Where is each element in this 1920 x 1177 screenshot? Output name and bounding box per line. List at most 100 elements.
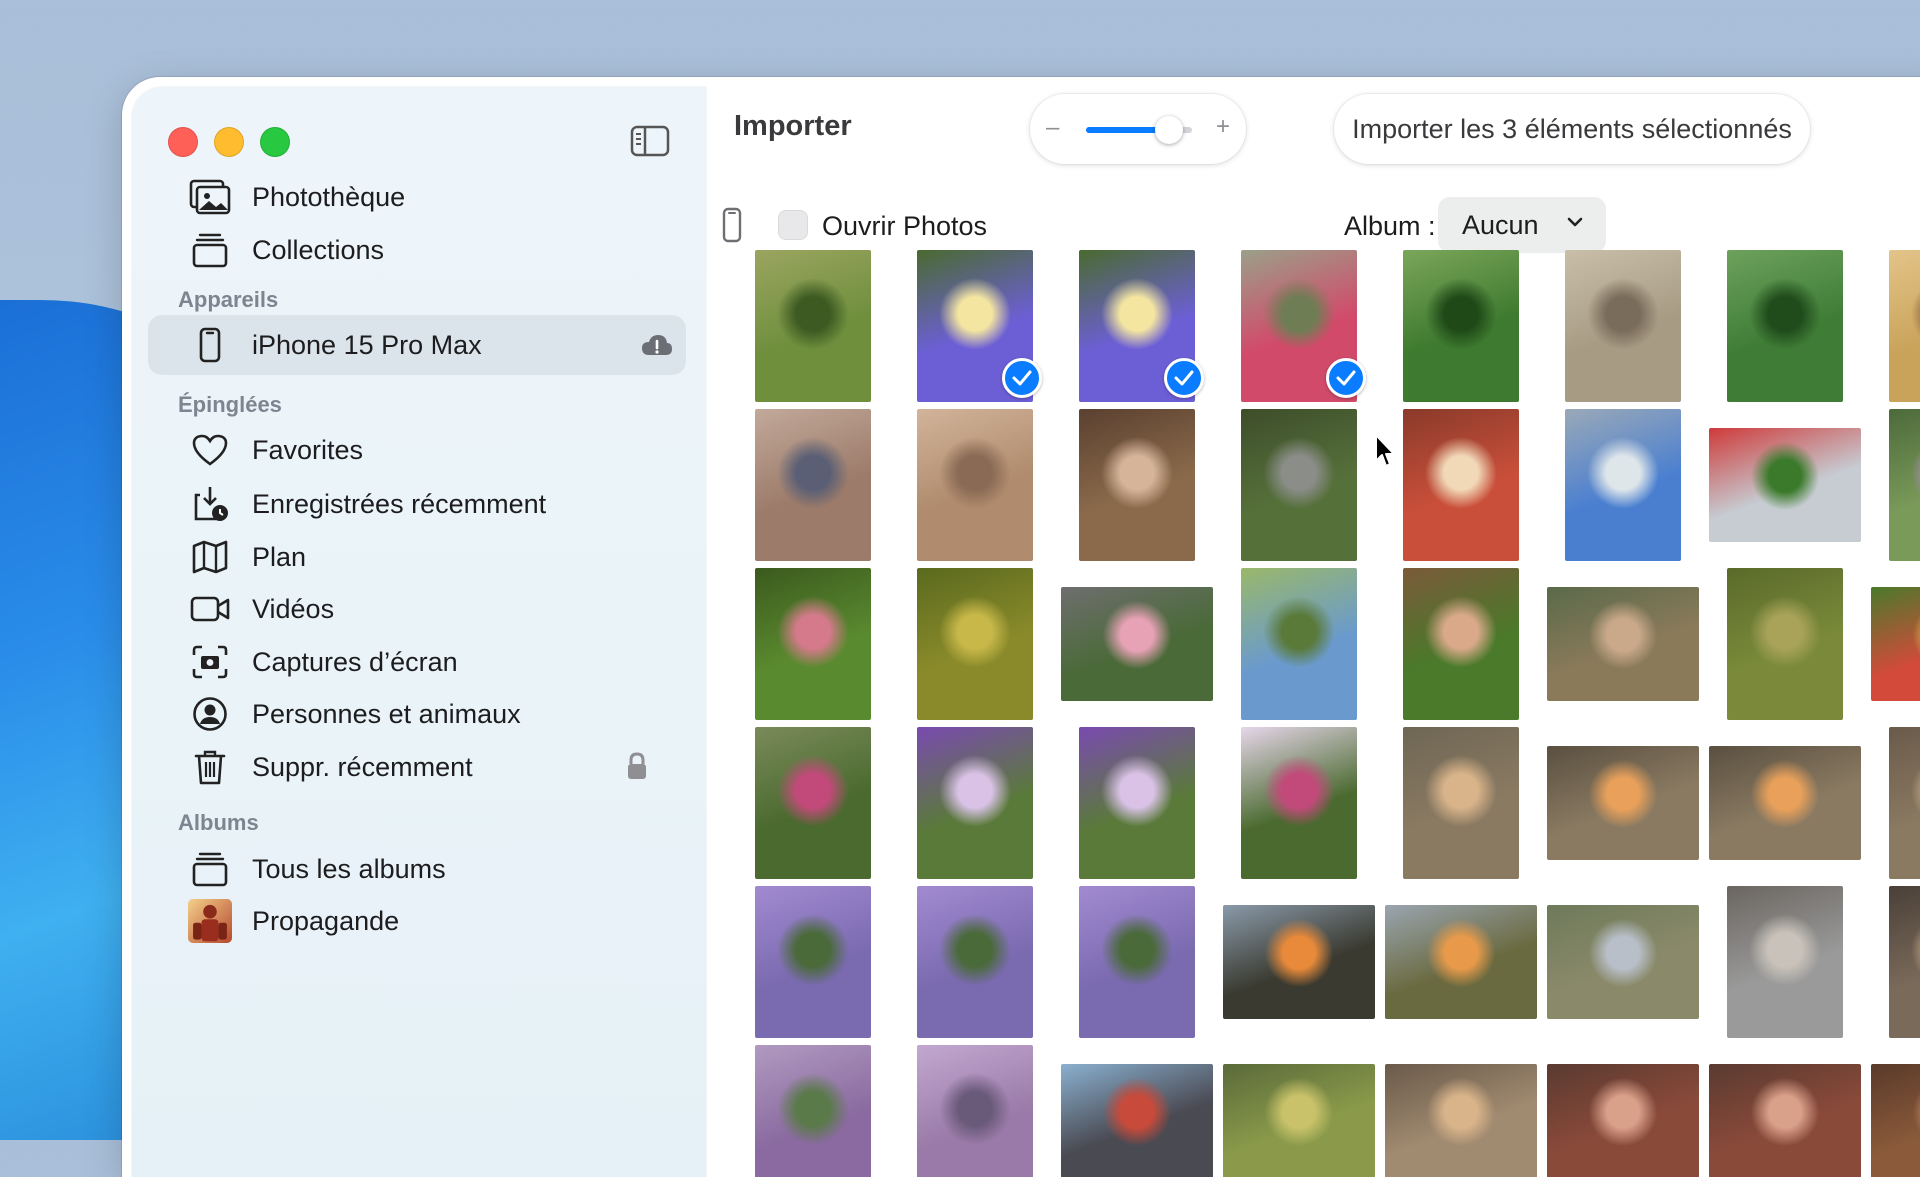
photo-thumbnail[interactable]: [1868, 726, 1920, 880]
zoom-window-button[interactable]: [260, 127, 290, 157]
sidebar-item-propagande[interactable]: Propagande: [166, 891, 686, 951]
selected-checkmark-icon: [1164, 358, 1204, 398]
photo-thumbnail[interactable]: [1706, 408, 1864, 562]
photo-thumbnail[interactable]: [1382, 1044, 1540, 1177]
photo-thumbnail[interactable]: [1220, 249, 1378, 403]
photo-thumbnail[interactable]: [1868, 408, 1920, 562]
album-label: Album :: [1344, 211, 1436, 241]
open-photos-checkbox[interactable]: [778, 210, 808, 240]
photo-thumbnail[interactable]: [1382, 408, 1540, 562]
photo-thumbnail[interactable]: [896, 1044, 1054, 1177]
photo-thumbnail[interactable]: [734, 408, 892, 562]
photo-image: [1565, 409, 1681, 561]
photo-thumbnail[interactable]: [1706, 249, 1864, 403]
photo-image: [1385, 905, 1537, 1019]
sidebar-item-recently-saved[interactable]: Enregistrées récemment: [166, 474, 686, 534]
photo-thumbnail[interactable]: [1544, 726, 1702, 880]
recently-saved-icon: [188, 482, 232, 526]
sidebar-item-label: Captures d’écran: [252, 646, 458, 677]
photo-image: [1709, 746, 1861, 860]
photo-thumbnail[interactable]: [1058, 408, 1216, 562]
sidebar-item-phototheque[interactable]: Photothèque: [166, 167, 686, 227]
close-window-button[interactable]: [168, 127, 198, 157]
photo-thumbnail[interactable]: [1868, 249, 1920, 403]
photo-thumbnail[interactable]: [896, 726, 1054, 880]
photo-image: [1403, 250, 1519, 402]
photo-thumbnail[interactable]: [1706, 726, 1864, 880]
photo-thumbnail[interactable]: [734, 885, 892, 1039]
sidebar-item-screenshots[interactable]: Captures d’écran: [166, 632, 686, 692]
photo-image: [1889, 886, 1920, 1038]
photo-image: [1709, 428, 1861, 542]
photo-thumbnail[interactable]: [1868, 1044, 1920, 1177]
photo-thumbnail[interactable]: [1544, 567, 1702, 721]
photo-thumbnail[interactable]: [1058, 885, 1216, 1039]
photo-thumbnail[interactable]: [1868, 885, 1920, 1039]
photo-thumbnail[interactable]: [734, 249, 892, 403]
photo-image: [1547, 905, 1699, 1019]
sidebar-item-collections[interactable]: Collections: [166, 220, 686, 280]
photo-thumbnail[interactable]: [1058, 726, 1216, 880]
photo-thumbnail[interactable]: [1868, 567, 1920, 721]
sidebar-item-recently-deleted[interactable]: Suppr. récemment: [166, 737, 686, 797]
sidebar-item-label: Propagande: [252, 905, 400, 936]
photo-thumbnail[interactable]: [1220, 567, 1378, 721]
import-selected-button[interactable]: Importer les 3 éléments sélectionnés: [1334, 94, 1810, 164]
section-header-appareils: Appareils: [178, 287, 279, 312]
photo-thumbnail[interactable]: [734, 1044, 892, 1177]
sidebar-item-all-albums[interactable]: Tous les albums: [166, 839, 686, 899]
photo-thumbnail[interactable]: [1058, 1044, 1216, 1177]
zoom-out-button[interactable]: –: [1046, 114, 1059, 142]
sidebar-item-label: Vidéos: [252, 593, 335, 624]
photo-thumbnail[interactable]: [1058, 567, 1216, 721]
photo-thumbnail[interactable]: [1382, 726, 1540, 880]
sidebar-item-plan[interactable]: Plan: [166, 527, 686, 587]
sidebar-item-label: Personnes et animaux: [252, 698, 521, 729]
zoom-slider[interactable]: [1086, 116, 1192, 144]
photo-thumbnail[interactable]: [1544, 408, 1702, 562]
photos-import-window: Photothèque Collections Appareils iPhone…: [122, 77, 1920, 1177]
chevron-down-icon: [1566, 215, 1584, 234]
photo-thumbnail[interactable]: [1382, 885, 1540, 1039]
lock-icon: [624, 751, 656, 783]
photo-thumbnail[interactable]: [1544, 885, 1702, 1039]
photo-image: [1547, 746, 1699, 860]
sidebar-item-label: Photothèque: [252, 181, 406, 212]
photo-thumbnail[interactable]: [734, 726, 892, 880]
photo-thumbnail[interactable]: [896, 249, 1054, 403]
photo-thumbnail[interactable]: [1382, 567, 1540, 721]
photo-thumbnail[interactable]: [1058, 249, 1216, 403]
collections-icon: [188, 228, 232, 272]
photo-thumbnail[interactable]: [1706, 567, 1864, 721]
photo-thumbnail[interactable]: [1544, 249, 1702, 403]
photo-thumbnail[interactable]: [1220, 1044, 1378, 1177]
selected-checkmark-icon: [1002, 358, 1042, 398]
photo-thumbnail[interactable]: [896, 885, 1054, 1039]
photo-thumbnail[interactable]: [1706, 885, 1864, 1039]
photo-thumbnail[interactable]: [1220, 726, 1378, 880]
sidebar-item-iphone[interactable]: iPhone 15 Pro Max: [148, 315, 686, 375]
photo-thumbnail[interactable]: [896, 408, 1054, 562]
selected-checkmark-icon: [1326, 358, 1366, 398]
photo-thumbnail[interactable]: [1544, 1044, 1702, 1177]
sidebar-toggle-icon[interactable]: [630, 125, 670, 157]
photo-grid: [734, 243, 1920, 1177]
zoom-slider-knob[interactable]: [1154, 116, 1183, 144]
photo-thumbnail[interactable]: [734, 567, 892, 721]
album-thumbnail: [188, 899, 232, 943]
photo-image: [917, 727, 1033, 879]
photo-image: [1385, 1064, 1537, 1177]
photo-image: [1403, 409, 1519, 561]
sidebar-item-people[interactable]: Personnes et animaux: [166, 684, 686, 744]
photo-thumbnail[interactable]: [1706, 1044, 1864, 1177]
photo-thumbnail[interactable]: [1220, 408, 1378, 562]
sidebar-item-videos[interactable]: Vidéos: [166, 579, 686, 639]
photo-image: [917, 568, 1033, 720]
photo-image: [1079, 886, 1195, 1038]
photo-thumbnail[interactable]: [1382, 249, 1540, 403]
minimize-window-button[interactable]: [214, 127, 244, 157]
zoom-in-button[interactable]: +: [1216, 113, 1230, 141]
photo-thumbnail[interactable]: [1220, 885, 1378, 1039]
sidebar-item-favorites[interactable]: Favorites: [166, 420, 686, 480]
photo-thumbnail[interactable]: [896, 567, 1054, 721]
